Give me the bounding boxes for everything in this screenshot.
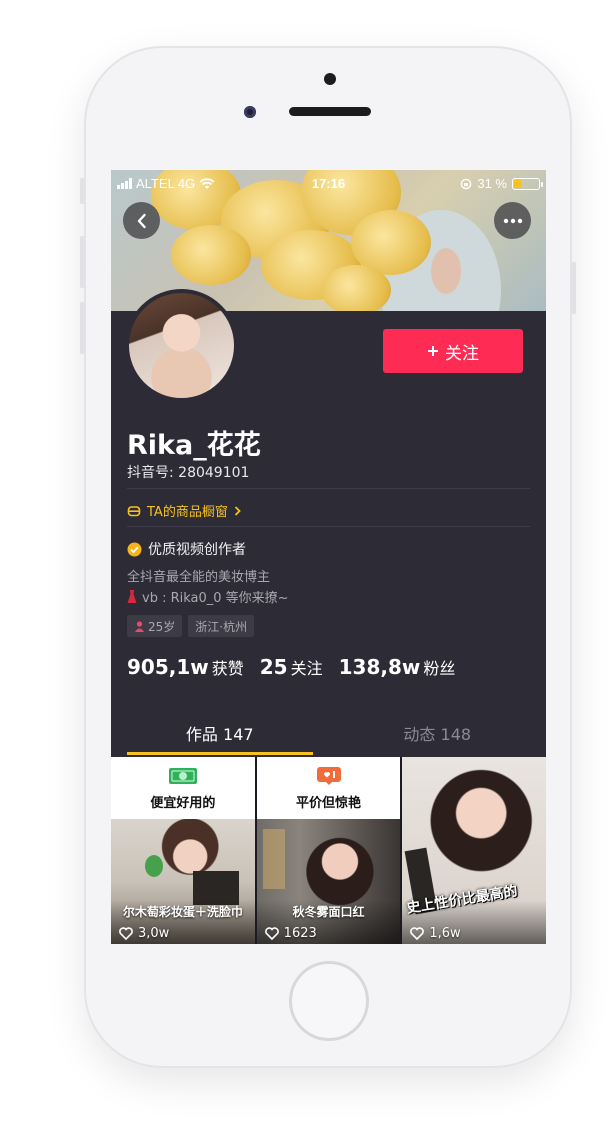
avatar[interactable] [125, 289, 238, 402]
home-button[interactable] [289, 961, 369, 1041]
video-header: 便宜好用的 [111, 757, 255, 819]
profile-name: Rika_花花 [127, 430, 261, 461]
more-button[interactable] [494, 202, 531, 239]
video-likes-count: 1,6w [429, 926, 461, 941]
video-header-title: 便宜好用的 [150, 795, 216, 811]
shop-window-label: TA的商品橱窗 [147, 505, 228, 520]
followers-count: 138,8w [338, 655, 421, 679]
back-button[interactable] [123, 202, 160, 239]
status-bar: ALTEL 4G 17:16 31 % [111, 170, 546, 196]
tab-activity-label: 动态 148 [403, 725, 472, 744]
douyin-id: 抖音号: 28049101 [127, 465, 250, 481]
video-likes: 3,0w [119, 926, 169, 941]
power-button [571, 262, 576, 314]
location-tag: 浙江·杭州 [188, 615, 255, 637]
video-thumbnail[interactable]: 平价但惊艳 秋冬雾面口红 1623 [256, 757, 401, 944]
verified-check-icon [127, 542, 142, 556]
following-stat[interactable]: 25 关注 [260, 655, 323, 679]
video-thumbnail[interactable]: 史上性价比最高的 1,6w [402, 757, 546, 944]
rotation-lock-icon [461, 178, 472, 189]
video-likes-count: 1623 [283, 926, 317, 941]
content-tabs: 作品 147 动态 148 [111, 711, 546, 755]
money-icon [168, 767, 197, 784]
verified-label: 优质视频创作者 [148, 542, 246, 558]
follow-button[interactable]: 关注 [383, 329, 523, 373]
video-likes: 1623 [264, 926, 317, 941]
tab-works[interactable]: 作品 147 [111, 711, 329, 755]
battery-percent: 31 % [477, 176, 507, 191]
heart-icon [119, 927, 133, 940]
like-badge-icon [316, 766, 341, 785]
more-dots-icon [503, 218, 522, 223]
heart-icon [410, 927, 425, 940]
front-camera [244, 106, 256, 118]
video-likes: 1,6w [410, 926, 461, 941]
profile-tags: 25岁 浙江·杭州 [127, 615, 255, 637]
shop-window-link[interactable]: TA的商品橱窗 [127, 501, 241, 520]
plus-icon [428, 346, 438, 356]
location-tag-label: 浙江·杭州 [195, 619, 248, 634]
following-count: 25 [259, 655, 288, 679]
app-screen: ALTEL 4G 17:16 31 % 关注 Rika_花花 抖音号: 2804… [111, 170, 546, 944]
following-label: 关注 [290, 659, 323, 678]
age-tag-label: 25岁 [148, 619, 176, 634]
divider [127, 488, 530, 489]
cart-icon [127, 505, 141, 516]
age-tag: 25岁 [127, 615, 183, 637]
bio-line-2: vb : Rika0_0 等你来撩~ [127, 587, 289, 606]
video-caption: 秋冬雾面口红 [292, 905, 365, 919]
earpiece-speaker [289, 107, 371, 116]
video-caption: 尔木萄彩妆蛋＋洗脸巾 [122, 905, 243, 919]
battery-level-fill [514, 179, 521, 188]
followers-stat[interactable]: 138,8w 粉丝 [339, 655, 456, 679]
bio-line-2-text: vb : Rika0_0 等你来撩~ [142, 591, 289, 606]
verified-badge-row: 优质视频创作者 [127, 539, 246, 559]
likes-count: 905,1w [127, 655, 209, 679]
profile-stats: 905,1w 获赞 25 关注 138,8w 粉丝 [127, 655, 455, 679]
video-thumbnail[interactable]: 便宜好用的 尔木萄彩妆蛋＋洗脸巾 3,0w [111, 757, 255, 944]
status-right: 31 % [460, 176, 543, 191]
likes-stat[interactable]: 905,1w 获赞 [127, 655, 244, 679]
battery-icon [512, 177, 543, 190]
volume-down-button [80, 302, 85, 354]
chevron-right-icon [234, 505, 241, 516]
profile-section: 关注 Rika_花花 抖音号: 28049101 TA的商品橱窗 优质视频创作者… [111, 289, 546, 755]
tab-works-label: 作品 147 [185, 725, 254, 744]
dress-icon [127, 589, 137, 603]
female-icon [135, 620, 144, 632]
video-grid: 便宜好用的 尔木萄彩妆蛋＋洗脸巾 3,0w 平价但惊艳 秋冬雾面口红 1623 … [111, 757, 546, 944]
active-tab-indicator [127, 752, 313, 755]
follow-label: 关注 [445, 343, 479, 363]
chevron-left-icon [137, 213, 146, 228]
followers-label: 粉丝 [423, 659, 456, 678]
divider [127, 526, 530, 527]
bio-line-1: 全抖音最全能的美妆博主 [127, 570, 271, 585]
video-header: 平价但惊艳 [256, 757, 401, 819]
proximity-sensor [324, 73, 336, 85]
tab-activity[interactable]: 动态 148 [329, 711, 547, 755]
likes-label: 获赞 [211, 659, 244, 678]
volume-up-button [80, 236, 85, 288]
video-header-title: 平价但惊艳 [296, 795, 362, 811]
video-likes-count: 3,0w [138, 926, 170, 941]
heart-icon [264, 927, 279, 940]
silent-switch [80, 178, 85, 204]
